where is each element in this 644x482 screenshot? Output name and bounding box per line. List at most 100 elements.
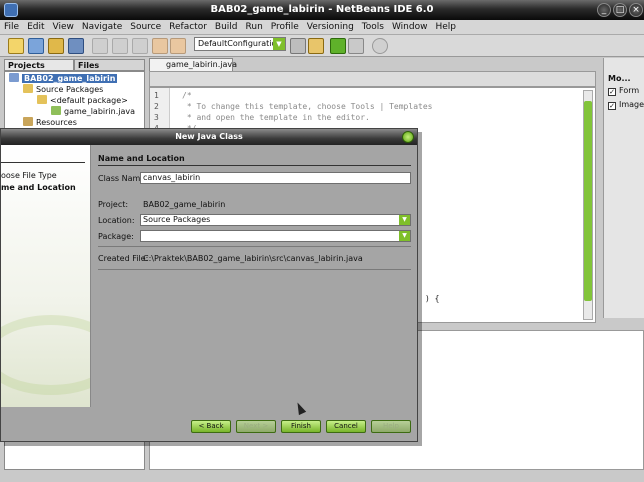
section-heading: Name and Location <box>98 154 185 163</box>
tree-source-packages[interactable]: Source Packages <box>23 84 103 95</box>
project-label: Project: <box>98 200 129 209</box>
configuration-select[interactable]: DefaultConfiguration ▼ <box>194 37 286 51</box>
wizard-steps: oose File Type me and Location <box>1 145 91 407</box>
fields-divider <box>98 246 411 247</box>
editor-tab-label: game_labirin.java <box>166 60 238 69</box>
open-project-icon[interactable] <box>48 38 64 54</box>
menu-edit[interactable]: Edit <box>23 20 48 35</box>
scrollbar-thumb[interactable] <box>584 101 592 301</box>
code-line: * and open the template in the editor. <box>182 113 370 122</box>
build-icon[interactable] <box>290 38 306 54</box>
minimize-icon[interactable]: _ <box>597 3 611 17</box>
tab-editor-file[interactable]: game_labirin.java <box>149 58 237 71</box>
cancel-button[interactable]: Cancel <box>326 420 366 433</box>
location-label: Location: <box>98 216 135 225</box>
copy-icon[interactable] <box>112 38 128 54</box>
chevron-down-icon[interactable]: ▼ <box>273 38 285 50</box>
maximize-icon[interactable]: □ <box>613 3 627 17</box>
cut-icon[interactable] <box>92 38 108 54</box>
step-name-location: me and Location <box>1 183 76 192</box>
tree-default-package-label: <default package> <box>50 96 128 105</box>
tree-resources-label: Resources <box>36 118 77 127</box>
code-line: * To change this template, choose Tools … <box>182 102 433 111</box>
palette-item-label: Image <box>619 100 644 109</box>
menu-refactor[interactable]: Refactor <box>165 20 211 35</box>
dialog-close-icon[interactable] <box>402 131 414 143</box>
class-name-value: canvas_labirin <box>143 173 201 182</box>
palette-title: Mo... <box>608 74 631 83</box>
package-select[interactable]: ▼ <box>140 230 411 242</box>
menu-profile[interactable]: Profile <box>267 20 303 35</box>
paste-icon[interactable] <box>132 38 148 54</box>
clean-build-icon[interactable] <box>308 38 324 54</box>
tab-projects[interactable]: Projects <box>4 59 74 71</box>
tree-source-packages-label: Source Packages <box>36 85 104 94</box>
steps-divider <box>1 162 85 163</box>
path-divider <box>98 269 411 270</box>
tab-files[interactable]: Files <box>74 59 145 71</box>
tab-projects-label: Projects <box>8 61 45 70</box>
folder-icon <box>23 117 33 126</box>
new-java-class-dialog: New Java Class oose File Type me and Loc… <box>0 128 418 442</box>
help-button[interactable]: Help <box>371 420 411 433</box>
run-icon[interactable] <box>330 38 346 54</box>
tree-project-node[interactable]: BAB02_game_labirin <box>9 73 118 84</box>
tree-java-file[interactable]: game_labirin.java <box>51 106 135 117</box>
created-file-value: C:\Praktek\BAB02_game_labirin\src\canvas… <box>143 254 363 263</box>
menu-view[interactable]: View <box>49 20 78 35</box>
save-all-icon[interactable] <box>68 38 84 54</box>
menu-file[interactable]: File <box>0 20 23 35</box>
editor-toolbar <box>149 71 596 87</box>
new-project-icon[interactable] <box>28 38 44 54</box>
step-choose-file-type: oose File Type <box>1 171 57 180</box>
configuration-select-value: DefaultConfiguration <box>198 39 282 48</box>
dialog-title: New Java Class <box>1 129 417 145</box>
palette-item-form[interactable]: ✓ Form <box>608 86 639 96</box>
code-fragment: ) { <box>425 294 440 303</box>
redo-icon[interactable] <box>170 38 186 54</box>
code-line: /* <box>182 91 192 100</box>
editor-scrollbar[interactable] <box>583 90 593 320</box>
chevron-down-icon[interactable]: ▼ <box>399 215 410 225</box>
chevron-down-icon[interactable]: ▼ <box>399 231 410 241</box>
palette-item-image[interactable]: ✓ Image <box>608 100 644 110</box>
profile-icon[interactable] <box>372 38 388 54</box>
close-icon[interactable]: × <box>629 3 643 17</box>
tree-project-label: BAB02_game_labirin <box>22 74 118 83</box>
tree-resources[interactable]: Resources <box>23 117 77 128</box>
menu-navigate[interactable]: Navigate <box>78 20 126 35</box>
finish-button[interactable]: Finish <box>281 420 321 433</box>
next-button[interactable]: Next > <box>236 420 276 433</box>
line-number: 3 <box>154 113 159 122</box>
package-folder-icon <box>23 84 33 93</box>
location-value: Source Packages <box>143 215 211 224</box>
menu-tools[interactable]: Tools <box>358 20 388 35</box>
menu-source[interactable]: Source <box>126 20 165 35</box>
menu-build[interactable]: Build <box>211 20 242 35</box>
menu-versioning[interactable]: Versioning <box>303 20 358 35</box>
menu-run[interactable]: Run <box>242 20 267 35</box>
palette-item-label: Form <box>619 86 640 95</box>
tree-default-package[interactable]: <default package> <box>37 95 128 106</box>
back-button[interactable]: < Back <box>191 420 231 433</box>
wizard-buttons: < Back Next > Finish Cancel Help <box>93 407 417 441</box>
created-file-label: Created File: <box>98 254 149 263</box>
menu-help[interactable]: Help <box>431 20 460 35</box>
line-number: 1 <box>154 91 159 100</box>
project-icon <box>9 73 19 82</box>
package-label: Package: <box>98 232 134 241</box>
check-icon[interactable]: ✓ <box>608 102 616 110</box>
wizard-content: Name and Location Class Name: canvas_lab… <box>93 145 417 407</box>
window-title: BAB02_game_labirin - NetBeans IDE 6.0 <box>210 4 434 15</box>
window-titlebar: BAB02_game_labirin - NetBeans IDE 6.0 _ … <box>0 0 644 20</box>
undo-icon[interactable] <box>152 38 168 54</box>
new-file-icon[interactable] <box>8 38 24 54</box>
line-number: 2 <box>154 102 159 111</box>
menu-window[interactable]: Window <box>388 20 432 35</box>
tree-java-file-label: game_labirin.java <box>64 107 136 116</box>
debug-icon[interactable] <box>348 38 364 54</box>
location-select[interactable]: Source Packages ▼ <box>140 214 411 226</box>
check-icon[interactable]: ✓ <box>608 88 616 96</box>
class-name-input[interactable]: canvas_labirin <box>140 172 411 184</box>
menu-bar: File Edit View Navigate Source Refactor Build R… <box>0 20 644 35</box>
